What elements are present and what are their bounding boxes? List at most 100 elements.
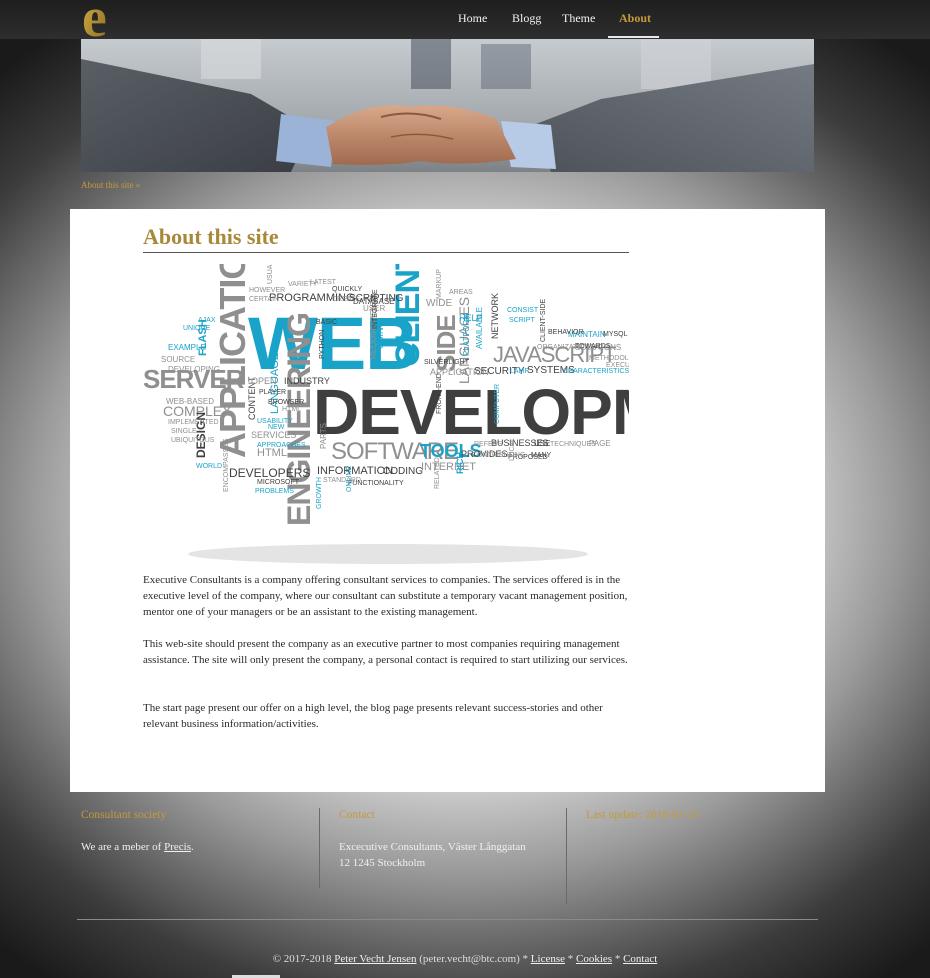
word-cloud-word: APPLICATIONS bbox=[212, 264, 253, 458]
word-cloud-word: DEVELOPERS bbox=[229, 466, 310, 480]
hero-handshake-image bbox=[81, 39, 814, 172]
content-card: About this site WEBDEVELOPMENTAPPLICATIO… bbox=[70, 205, 825, 792]
copyright-prefix: © 2017-2018 bbox=[272, 953, 335, 965]
word-cloud-word: INTERNET bbox=[421, 461, 476, 473]
nav-item-blogg[interactable]: Blogg bbox=[512, 11, 541, 26]
contact-link[interactable]: Contact bbox=[623, 953, 657, 965]
word-cloud-word: SCRIPT bbox=[509, 317, 535, 324]
word-cloud-word: ONLINE bbox=[346, 466, 353, 492]
word-cloud-word: INTEGRATE bbox=[372, 289, 379, 329]
word-cloud-word: REFERS bbox=[474, 441, 503, 448]
nav-item-theme[interactable]: Theme bbox=[562, 11, 595, 26]
word-cloud-word: EXAMPLE bbox=[168, 343, 206, 352]
word-cloud-word: CLIENT-SIDE bbox=[540, 298, 547, 342]
word-cloud-word: NEW bbox=[268, 424, 285, 431]
word-cloud-word: CHARACTERISTICS bbox=[563, 368, 629, 375]
word-cloud-word: AVAILABLE bbox=[475, 307, 484, 349]
footer-horizontal-rule bbox=[77, 919, 818, 920]
word-cloud-word: AREAS bbox=[449, 289, 473, 296]
word-cloud-word: HTML bbox=[282, 406, 301, 413]
word-cloud-word: UBIQUITOUS bbox=[171, 437, 215, 444]
word-cloud-word: MICROSOFT bbox=[257, 479, 300, 486]
word-cloud-word: RICH bbox=[455, 452, 465, 474]
word-cloud-word: RELATED bbox=[434, 457, 441, 489]
word-cloud-word: FRONT-END bbox=[436, 373, 443, 414]
footer-divider bbox=[319, 808, 320, 888]
page-title: About this site bbox=[143, 224, 629, 253]
copyright-sep: * bbox=[612, 953, 624, 965]
word-cloud-word: CONSIST bbox=[507, 307, 539, 314]
word-cloud-word: DEVELOPING bbox=[168, 365, 220, 374]
word-cloud-word: SERVICES bbox=[251, 430, 296, 440]
footer-divider bbox=[566, 808, 567, 904]
word-cloud-word: EXECUTED bbox=[606, 362, 629, 369]
word-cloud-word: UNIQUE bbox=[183, 325, 211, 332]
cookies-link[interactable]: Cookies bbox=[576, 953, 612, 965]
word-cloud-word: PLATFORM bbox=[462, 313, 471, 356]
footer-last-update: Last update: 2018-01-13 bbox=[586, 809, 700, 821]
word-cloud-word: WEB-BASED bbox=[166, 397, 214, 406]
word-cloud-word: CREATE bbox=[332, 296, 360, 303]
word-cloud-word: BEHAVIOR bbox=[548, 329, 584, 336]
nav-item-about[interactable]: About bbox=[619, 11, 651, 26]
main-nav: Home Blogg Theme About bbox=[0, 0, 930, 39]
word-cloud-word: MANY bbox=[531, 452, 552, 459]
footer-society-prefix: We are a meber of bbox=[81, 841, 165, 853]
copyright-email: (peter.vecht@btc.com) * bbox=[416, 953, 531, 965]
word-cloud-word: TECHNIQUES bbox=[550, 441, 596, 448]
word-cloud-word: QUICKLY bbox=[332, 286, 363, 293]
word-cloud-word: BROWSER bbox=[268, 399, 304, 406]
word-cloud-word: OPEN bbox=[251, 376, 277, 386]
word-cloud-word: CLIENT bbox=[389, 264, 427, 367]
license-link[interactable]: License bbox=[531, 953, 565, 965]
word-cloud-word: METHODOLOGIES bbox=[589, 355, 629, 362]
word-cloud-word: USE bbox=[534, 439, 550, 448]
footer-contact-address: Excecutive Consultants, Väster Långgatan… bbox=[339, 839, 526, 871]
word-cloud-word: PLAYER bbox=[259, 389, 286, 396]
contact-address-line1: Excecutive Consultants, Väster Långgatan bbox=[339, 841, 526, 853]
footer-society-title: Consultant society bbox=[81, 809, 167, 821]
word-cloud-word: PROBLEMS bbox=[255, 488, 294, 495]
web-development-word-cloud: WEBDEVELOPMENTAPPLICATIONSCLIENTSIDEENGI… bbox=[143, 205, 791, 564]
about-paragraph-3: The start page present our offer on a hi… bbox=[143, 702, 603, 730]
word-cloud-word: SINGLE bbox=[171, 428, 197, 435]
nav-item-home[interactable]: Home bbox=[458, 11, 487, 26]
about-paragraph-2: This web-site should present the company… bbox=[143, 638, 628, 666]
word-cloud-word: CONTRIBUTING bbox=[472, 452, 525, 459]
copyright-sep: * bbox=[565, 953, 576, 965]
breadcrumb[interactable]: About this site » bbox=[81, 180, 140, 190]
author-link[interactable]: Peter Vecht Jensen bbox=[334, 953, 416, 965]
word-cloud-word: PARTS bbox=[319, 423, 328, 449]
word-cloud-word: BASIC bbox=[316, 319, 337, 326]
word-cloud-word: AJAX bbox=[198, 317, 216, 324]
word-cloud-word: CERTAIN bbox=[249, 296, 279, 303]
word-cloud-word: HOWEVER bbox=[249, 287, 285, 294]
word-cloud-word: USUALLY bbox=[267, 264, 274, 284]
word-cloud-word: ORGANIZATIONS bbox=[537, 344, 595, 351]
word-cloud-word: USABILITY bbox=[257, 418, 293, 425]
word-cloud-shadow bbox=[188, 544, 588, 564]
word-cloud-word: STANDARD bbox=[323, 477, 361, 484]
footer-society-text: We are a meber of Precis. bbox=[81, 839, 194, 855]
word-cloud-word: LATEST bbox=[310, 279, 337, 286]
precis-link[interactable]: Precis bbox=[164, 841, 191, 853]
active-nav-indicator bbox=[608, 36, 659, 38]
word-cloud-word: CODING bbox=[383, 466, 423, 477]
word-cloud-word: INFORMATION bbox=[317, 465, 393, 477]
word-cloud-word: INDUSTRY bbox=[284, 376, 330, 386]
copyright-line: © 2017-2018 Peter Vecht Jensen (peter.ve… bbox=[0, 953, 930, 965]
word-cloud-word: PYTHON bbox=[319, 330, 326, 359]
word-cloud-word: APPROACHES bbox=[257, 442, 306, 449]
word-cloud-word: SOURCE bbox=[161, 355, 195, 364]
word-cloud-word: NETWORK bbox=[490, 293, 500, 339]
word-cloud-word: SILVERLIGHT bbox=[424, 359, 470, 366]
contact-address-line2: 12 1245 Stockholm bbox=[339, 857, 426, 869]
word-cloud-word: MARKUP bbox=[436, 269, 443, 299]
word-cloud-word: GROWTH bbox=[316, 477, 323, 509]
word-cloud-word: COMPUTER bbox=[494, 384, 501, 424]
word-cloud-word: ENCOMPASSES bbox=[223, 438, 230, 492]
about-paragraph-1: Executive Consultants is a company offer… bbox=[143, 574, 628, 618]
footer-contact-title: Contact bbox=[339, 809, 375, 821]
word-cloud-word: LAMP bbox=[510, 368, 529, 375]
footer-society-suffix: . bbox=[190, 841, 194, 853]
